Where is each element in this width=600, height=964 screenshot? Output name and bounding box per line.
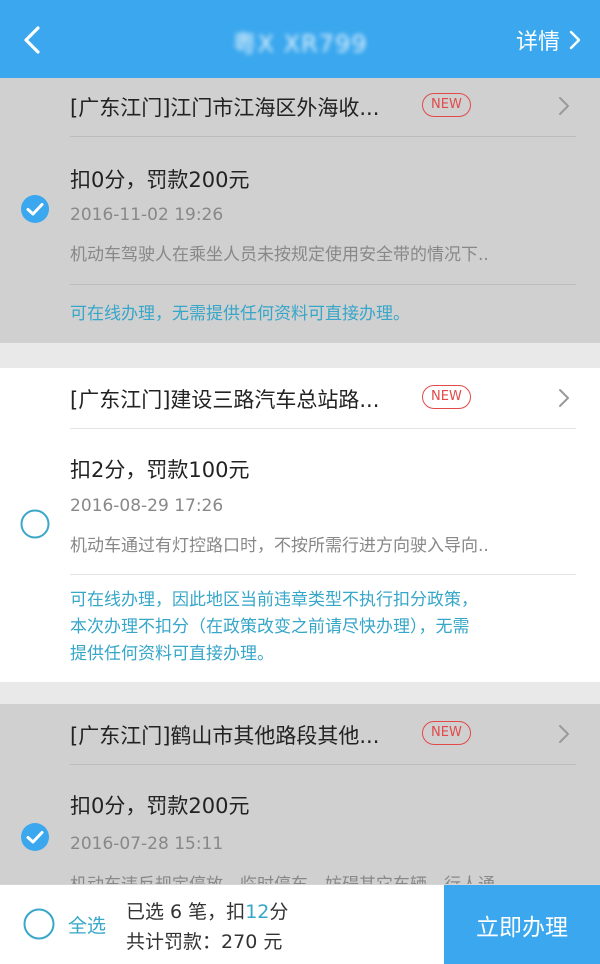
detail-label: 详情 [515,30,560,55]
violation-time: 2016-08-29 17:26 [70,496,224,516]
violation-location: [广东江门]江门市江海区外海收... [70,96,380,120]
total-amount: 270 [221,931,258,953]
violation-card[interactable]: [广东江门]鹤山市其他路段其他... NEW 扣0分，罚款200元 2016-0… [0,704,600,884]
fine-summary: 共计罚款：270 元 [126,927,282,954]
selected-summary: 已选 6 笔，扣12分 [126,897,288,924]
points-unit: 分 [269,901,289,923]
processing-note: 可在线办理，因此地区当前违章类型不执行扣分政策， 本次办理不扣分（在政策改变之前… [70,587,570,668]
violation-header[interactable]: [广东江门]江门市江海区外海收... NEW [70,78,576,137]
unchecked-circle-icon[interactable] [20,509,50,539]
violation-list[interactable]: [广东江门]江门市江海区外海收... NEW 扣0分，罚款200元 2016-1… [0,78,600,884]
divider [70,284,576,285]
score-fine: 扣0分，罚款200元 [70,168,250,192]
bottom-bar: 全选 已选 6 笔，扣12分 共计罚款：270 元 立即办理 [0,884,600,964]
selected-count: 6 [170,901,183,923]
total-label: 共计罚款： [126,931,222,953]
violation-card[interactable]: [广东江门]建设三路汽车总站路... NEW 扣2分，罚款100元 2016-0… [0,368,600,682]
select-all-label[interactable]: 全选 [68,911,106,938]
violation-time: 2016-11-02 19:26 [70,205,224,225]
detail-button[interactable]: 详情 [516,24,582,56]
divider [70,574,576,575]
violation-description: 机动车驾驶人在乘坐人员未按规定使用安全带的情况下.. [70,245,489,265]
violation-description: 机动车通过有灯控路口时，不按所需行进方向驶入导向.. [70,536,489,556]
checked-circle-icon[interactable] [20,822,50,852]
select-all-radio-icon[interactable] [23,908,55,940]
processing-note-line: 本次办理不扣分（在政策改变之前请尽快办理），无需 [70,617,470,637]
violation-location: [广东江门]鹤山市其他路段其他... [70,724,380,748]
new-badge: NEW [422,385,471,409]
new-badge: NEW [422,93,471,117]
checked-circle-icon[interactable] [20,194,50,224]
score-fine: 扣0分，罚款200元 [70,794,250,818]
chevron-right-icon [569,30,581,50]
chevron-right-icon [559,97,569,115]
violation-card[interactable]: [广东江门]江门市江海区外海收... NEW 扣0分，罚款200元 2016-1… [0,78,600,343]
top-bar: 粤X XR799 详情 [0,0,600,78]
license-plate-title: 粤X XR799 [232,30,368,58]
processing-note-line: 可在线办理，因此地区当前违章类型不执行扣分政策， [70,590,478,610]
processing-note-line: 提供任何资料可直接办理。 [70,644,274,664]
violation-time: 2016-07-28 15:11 [70,834,224,854]
violation-header[interactable]: [广东江门]建设三路汽车总站路... NEW [70,368,576,429]
points-total: 12 [245,901,270,923]
violation-location: [广东江门]建设三路汽车总站路... [70,388,380,412]
processing-note: 可在线办理，无需提供任何资料可直接办理。 [70,304,410,324]
violation-header[interactable]: [广东江门]鹤山市其他路段其他... NEW [70,704,576,765]
total-unit: 元 [257,931,283,953]
chevron-right-icon [559,389,569,407]
violation-description: 机动车违反规定停放、临时停车，妨碍其它车辆、行人通 [70,870,578,884]
new-badge: NEW [422,721,471,745]
selected-prefix: 已选 [126,901,171,923]
score-fine: 扣2分，罚款100元 [70,458,250,482]
chevron-right-icon [559,725,569,743]
selected-middle: 笔，扣 [182,901,246,923]
process-now-button[interactable]: 立即办理 [444,885,600,964]
